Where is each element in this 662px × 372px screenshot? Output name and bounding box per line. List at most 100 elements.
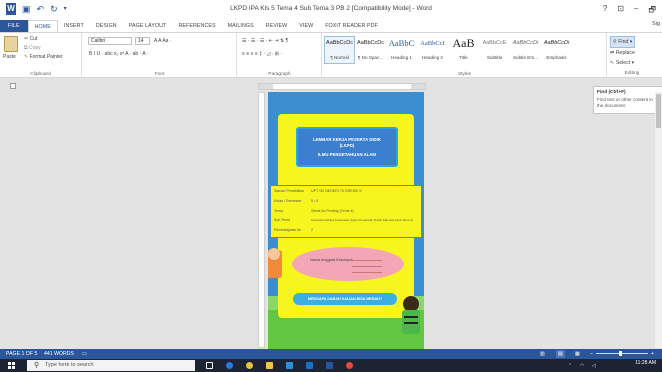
tab-selector-icon[interactable]: [10, 83, 16, 89]
ribbon-tabs: FILE HOME INSERT DESIGN PAGE LAYOUT REFE…: [0, 19, 662, 33]
style-no-spacing[interactable]: AaBbCcDc ¶ No Spac...: [355, 36, 386, 64]
tab-view[interactable]: VIEW: [293, 20, 319, 32]
word-window: W ▣ ↶ ↻ ▾ LKPD IPA Kls 5 Tema 4 Sub Tema…: [0, 0, 662, 372]
chrome2-icon[interactable]: [346, 362, 353, 369]
yellow-panel: LEMBAR KERJA PESERTA DIDIK (LKPD) ILMU P…: [270, 114, 422, 318]
format-painter-button[interactable]: ✎ Format Painter: [24, 54, 63, 60]
font-format-tools[interactable]: B I U · abc x₂ x² A · ab · A ·: [89, 51, 148, 57]
tab-mailings[interactable]: MAILINGS: [222, 20, 260, 32]
paste-button[interactable]: Paste: [3, 54, 16, 60]
zoom-in-button[interactable]: +: [651, 350, 654, 358]
style-subtle-emphasis[interactable]: AaBbCcDi Subtle Em...: [510, 36, 541, 64]
web-layout-icon[interactable]: ▦: [575, 350, 580, 358]
window-title: LKPD IPA Kls 5 Tema 4 Sub Tema 3 PB 2 [C…: [230, 5, 432, 12]
styles-label: Styles: [457, 72, 472, 77]
replace-icon: ⇄: [610, 50, 615, 56]
tab-review[interactable]: REVIEW: [260, 20, 294, 32]
read-mode-icon[interactable]: ▥: [540, 350, 545, 358]
edge-icon[interactable]: [226, 362, 233, 369]
font-size-box[interactable]: 14: [135, 37, 150, 45]
style-emphasis[interactable]: AaBbCcDi Emphasis: [541, 36, 572, 64]
help-icon[interactable]: ?: [603, 4, 607, 18]
style-title[interactable]: AaB Title: [448, 36, 479, 64]
font-size-tools[interactable]: A A Aa ·: [154, 38, 172, 44]
task-view-icon[interactable]: [206, 362, 213, 369]
info-value: 5 / II: [311, 199, 318, 203]
info-value: Cara Memelihara Kesehatan Organ Peredara…: [311, 218, 414, 222]
info-label: Kelas / Semester: [274, 199, 302, 203]
paste-icon[interactable]: [4, 36, 18, 52]
group-members-label: Nama Anggota Kelompok: [310, 258, 354, 262]
horizontal-ruler[interactable]: [258, 83, 426, 90]
font-group: Calibri 14 A A Aa · B I U · abc x₂ x² A …: [83, 33, 237, 78]
ruler-left-margin: [259, 84, 273, 89]
scissors-icon: ✂: [24, 36, 29, 42]
name-line: [352, 272, 382, 273]
print-layout-icon[interactable]: ▤: [556, 350, 565, 358]
zoom-out-button[interactable]: –: [590, 350, 593, 358]
scrollbar-thumb[interactable]: [656, 94, 661, 128]
vertical-scrollbar[interactable]: [655, 92, 662, 348]
list-tools[interactable]: ☰ · ☰ · ☰ · ⇤ ⇥ ⇅ ¶: [242, 38, 288, 44]
clipboard-label: Clipboard: [30, 72, 51, 77]
cartoon-character-right: [402, 296, 420, 334]
tab-page-layout[interactable]: PAGE LAYOUT: [123, 20, 173, 32]
style-heading-1[interactable]: AaBbC Heading 1: [386, 36, 417, 64]
chrome-icon[interactable]: [246, 362, 253, 369]
minimize-icon[interactable]: –: [634, 4, 638, 18]
windows-taskbar: ⚲ Type here to search ⌃ ◠ ◁ 11:28 AM: [0, 359, 662, 372]
word-icon[interactable]: [326, 362, 333, 369]
info-label: Sub Tema: [274, 218, 291, 222]
header-line-2: (LKPD): [339, 143, 355, 148]
network-icon[interactable]: ⌃: [568, 363, 572, 369]
mail-icon[interactable]: [306, 362, 313, 369]
group-members-cloud: Nama Anggota Kelompok: [292, 247, 404, 281]
search-icon: ⚲: [34, 362, 40, 369]
style-subtitle[interactable]: AaBbCcE Subtitle: [479, 36, 510, 64]
tab-file[interactable]: FILE: [0, 20, 28, 32]
cut-button[interactable]: ✂ Cut: [24, 36, 37, 42]
tab-home[interactable]: HOME: [27, 19, 58, 33]
find-button[interactable]: ⚲ Find ▾: [610, 36, 636, 48]
binoculars-icon: ⚲: [613, 39, 617, 45]
vertical-ruler[interactable]: [258, 92, 265, 348]
word-count[interactable]: 441 WORDS: [44, 350, 74, 358]
ribbon-display-icon[interactable]: ⊡: [617, 4, 624, 18]
paragraph-group: ☰ · ☰ · ☰ · ⇤ ⇥ ⇅ ¶ ≡ ≡ ≡ ≡ ‡ · ◿ · ⊞ · …: [238, 33, 322, 78]
font-name-box[interactable]: Calibri: [88, 37, 132, 45]
select-arrow-icon: ↖: [610, 60, 615, 66]
replace-button[interactable]: ⇄ Replace: [610, 48, 635, 58]
brush-icon: ✎: [24, 54, 29, 60]
info-value: Sehat Itu Penting (Tema 4): [311, 209, 354, 213]
align-tools[interactable]: ≡ ≡ ≡ ≡ ‡ · ◿ · ⊞ ·: [242, 51, 282, 57]
style-heading-2[interactable]: AaBbCcI Heading 2: [417, 36, 448, 64]
styles-gallery: AaBbCcDc ¶ Normal AaBbCcDc ¶ No Spac... …: [324, 36, 572, 64]
windows-start-icon[interactable]: [8, 362, 15, 369]
clock[interactable]: 11:28 AM: [635, 361, 656, 366]
page-count[interactable]: PAGE 1 OF 5: [6, 350, 37, 358]
store-icon[interactable]: [286, 362, 293, 369]
wifi-icon[interactable]: ◠: [580, 363, 584, 369]
proofing-icon[interactable]: ▭: [82, 350, 87, 358]
lkpd-header-box: LEMBAR KERJA PESERTA DIDIK (LKPD) ILMU P…: [296, 127, 398, 167]
sign-in-link[interactable]: Sig: [652, 21, 660, 27]
restore-icon[interactable]: 🗗: [648, 4, 656, 18]
style-normal[interactable]: AaBbCcDc ¶ Normal: [324, 36, 355, 64]
copy-button[interactable]: ⧉ Copy: [24, 45, 41, 51]
volume-icon[interactable]: ◁: [592, 363, 596, 369]
taskbar-search-box[interactable]: ⚲ Type here to search: [27, 360, 195, 371]
tab-references[interactable]: REFERENCES: [172, 20, 221, 32]
zoom-slider[interactable]: [596, 353, 648, 354]
document-page[interactable]: LEMBAR KERJA PESERTA DIDIK (LKPD) ILMU P…: [268, 92, 424, 350]
file-explorer-icon[interactable]: [266, 362, 273, 369]
select-button[interactable]: ↖ Select ▾: [610, 58, 635, 68]
search-placeholder: Type here to search: [45, 362, 94, 368]
editing-group: ⚲ Find ▾ ⇄ Replace ↖ Select ▾: [610, 36, 636, 68]
zoom-slider-knob[interactable]: [619, 351, 622, 356]
tab-design[interactable]: DESIGN: [90, 20, 123, 32]
info-label: Tema: [274, 209, 283, 213]
tab-insert[interactable]: INSERT: [58, 20, 90, 32]
tooltip-title: Find (Ctrl+F): [597, 90, 626, 95]
tab-foxit[interactable]: FOXIT READER PDF: [319, 20, 384, 32]
clipboard-group: Paste ✂ Cut ⧉ Copy ✎ Format Painter Clip…: [0, 33, 82, 78]
